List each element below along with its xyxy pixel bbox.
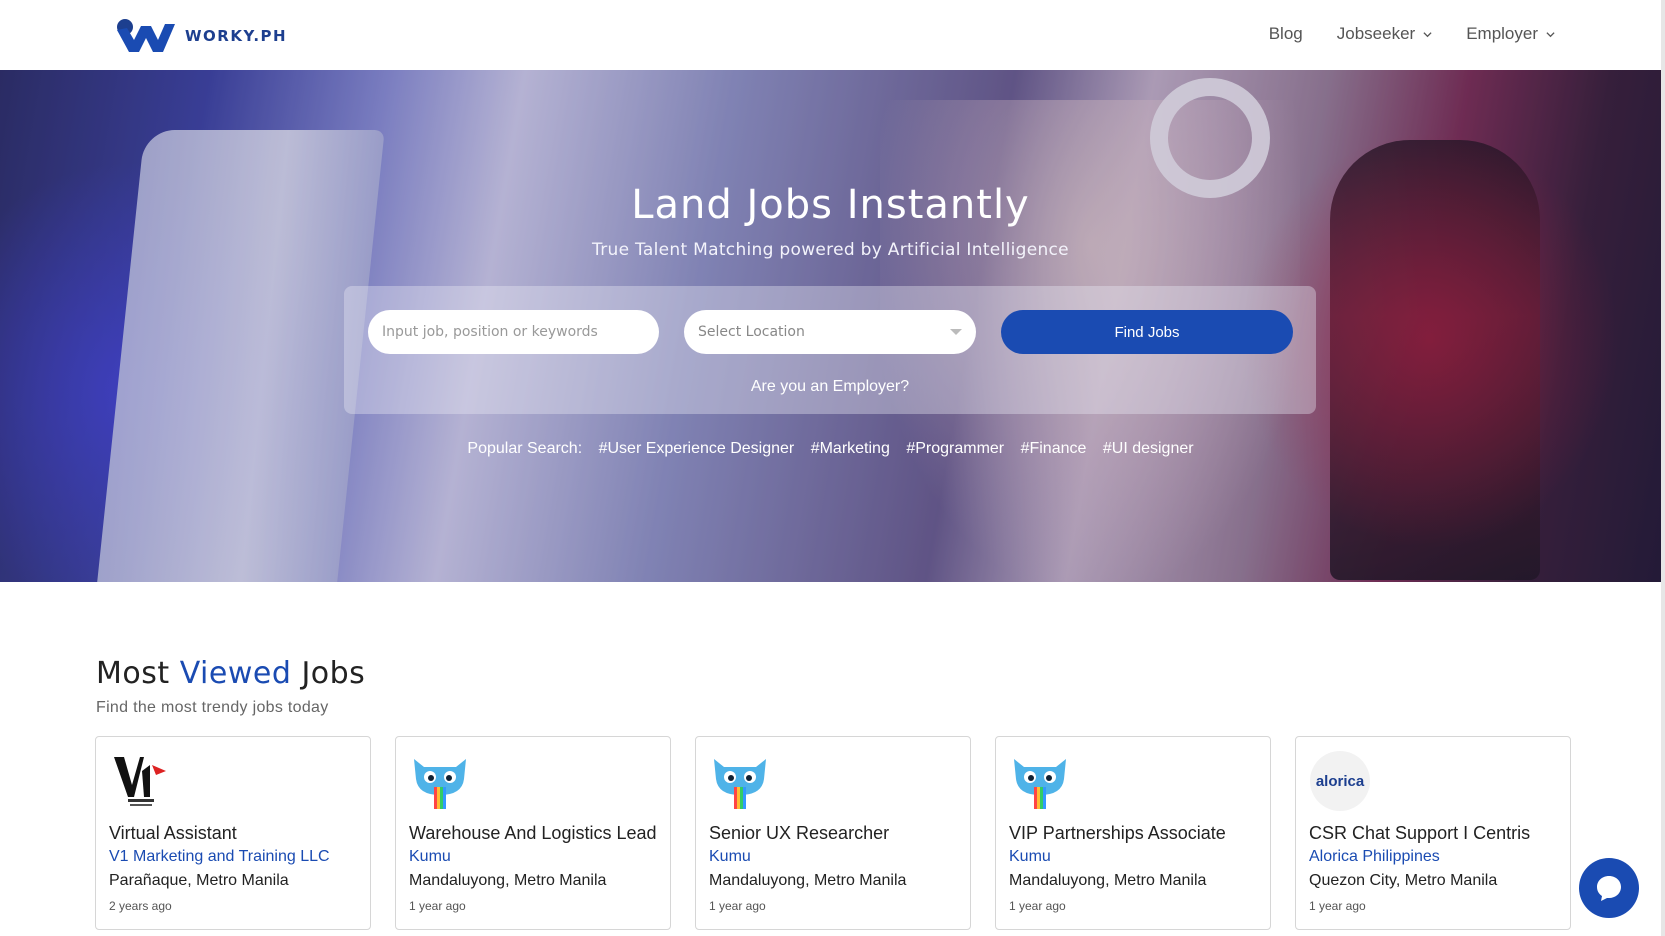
site-logo[interactable]: WORKY.PH <box>115 18 287 54</box>
most-viewed-title-post: Jobs <box>301 656 366 691</box>
alorica-logo-text: alorica <box>1316 773 1365 790</box>
job-company[interactable]: V1 Marketing and Training LLC <box>109 848 330 866</box>
job-posted-time: 2 years ago <box>109 899 172 913</box>
brand-name: WORKY.PH <box>185 27 288 45</box>
job-title: Senior UX Researcher <box>709 823 890 843</box>
job-posted-time: 1 year ago <box>1009 899 1066 913</box>
kumu-logo <box>708 749 772 813</box>
job-card[interactable]: alorica CSR Chat Support I Centris Alori… <box>1295 736 1571 930</box>
job-location: Mandaluyong, Metro Manila <box>1009 872 1207 889</box>
job-title: Virtual Assistant <box>109 823 237 843</box>
chevron-down-icon <box>1546 31 1555 37</box>
alorica-logo: alorica <box>1308 749 1372 813</box>
nav-blog-label: Blog <box>1268 24 1303 43</box>
chat-bubble-icon <box>1597 876 1621 901</box>
job-card[interactable]: Senior UX Researcher Kumu Mandaluyong, M… <box>695 736 971 930</box>
most-viewed-title-accent: Viewed <box>179 656 292 691</box>
kumu-logo-icon <box>414 759 466 809</box>
job-posted-time: 1 year ago <box>409 899 466 913</box>
popular-tag[interactable]: #Marketing <box>811 440 890 457</box>
search-panel: Select Location Find Jobs Are you an Emp… <box>344 286 1316 414</box>
find-jobs-button[interactable]: Find Jobs <box>1001 310 1293 354</box>
worky-logo-icon <box>117 19 175 52</box>
job-location: Quezon City, Metro Manila <box>1309 872 1498 889</box>
main-nav: Blog Jobseeker Employer <box>1269 24 1555 44</box>
hero-section: Land Jobs Instantly True Talent Matching… <box>0 70 1661 582</box>
job-posted-time: 1 year ago <box>1309 899 1366 913</box>
popular-search: Popular Search: #User Experience Designe… <box>0 440 1661 458</box>
nav-employer-label: Employer <box>1466 24 1538 43</box>
job-location: Mandaluyong, Metro Manila <box>409 872 607 889</box>
most-viewed-title: Most Viewed Jobs <box>96 656 365 691</box>
popular-tag[interactable]: #Finance <box>1021 440 1087 457</box>
location-select[interactable]: Select Location <box>684 310 976 354</box>
kumu-logo-icon <box>714 759 766 809</box>
most-viewed-title-pre: Most <box>96 656 170 691</box>
job-title: CSR Chat Support I Centris <box>1309 823 1531 843</box>
hero-subtitle: True Talent Matching powered by Artifici… <box>592 240 1069 260</box>
chat-widget-button[interactable] <box>1579 858 1639 918</box>
popular-search-label: Popular Search: <box>467 440 583 457</box>
popular-tag[interactable]: #UI designer <box>1103 440 1194 457</box>
job-company[interactable]: Kumu <box>709 848 751 866</box>
job-title: Warehouse And Logistics Lead <box>409 823 657 843</box>
scrollbar[interactable] <box>1661 0 1665 936</box>
nav-jobseeker[interactable]: Jobseeker <box>1337 24 1432 44</box>
popular-tag[interactable]: #Programmer <box>906 440 1004 457</box>
kumu-logo-icon <box>1014 759 1066 809</box>
job-card[interactable]: Warehouse And Logistics Lead Kumu Mandal… <box>395 736 671 930</box>
chevron-down-icon <box>1423 31 1432 37</box>
job-company[interactable]: Alorica Philippines <box>1309 848 1440 866</box>
kumu-logo <box>1008 749 1072 813</box>
location-select-value: Select Location <box>698 324 805 340</box>
job-title: VIP Partnerships Associate <box>1009 823 1226 843</box>
job-location: Mandaluyong, Metro Manila <box>709 872 907 889</box>
nav-employer[interactable]: Employer <box>1466 24 1555 44</box>
job-card[interactable]: VIP Partnerships Associate Kumu Mandaluy… <box>995 736 1271 930</box>
v1-marketing-logo <box>108 749 172 813</box>
job-company[interactable]: Kumu <box>409 848 451 866</box>
job-posted-time: 1 year ago <box>709 899 766 913</box>
job-company[interactable]: Kumu <box>1009 848 1051 866</box>
kumu-logo <box>408 749 472 813</box>
job-location: Parañaque, Metro Manila <box>109 872 289 889</box>
job-card-list: Virtual Assistant V1 Marketing and Train… <box>95 736 1571 930</box>
employer-link[interactable]: Are you an Employer? <box>344 378 1316 396</box>
alorica-logo-icon: alorica <box>1310 751 1370 811</box>
most-viewed-subtitle: Find the most trendy jobs today <box>96 699 329 716</box>
nav-jobseeker-label: Jobseeker <box>1336 24 1416 43</box>
v1-logo-icon <box>114 757 166 806</box>
nav-blog[interactable]: Blog <box>1269 24 1303 44</box>
job-card[interactable]: Virtual Assistant V1 Marketing and Train… <box>95 736 371 930</box>
popular-tag[interactable]: #User Experience Designer <box>599 440 795 457</box>
hero-title: Land Jobs Instantly <box>631 182 1030 228</box>
keyword-input[interactable] <box>368 310 659 354</box>
caret-down-icon <box>950 329 962 335</box>
site-header: WORKY.PH Blog Jobseeker Employer <box>0 0 1665 70</box>
